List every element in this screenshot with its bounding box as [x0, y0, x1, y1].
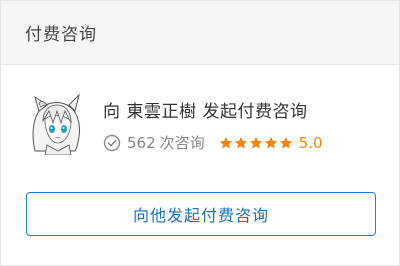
- profile-info: 向東雲正樹 发起付费咨询 562 次咨询 5.0: [103, 97, 323, 153]
- rating-value: 5.0: [298, 133, 323, 152]
- profile-name[interactable]: 東雲正樹: [127, 102, 197, 122]
- consult-unit: 次咨询: [159, 134, 205, 152]
- star-icon: [219, 136, 233, 150]
- consult-count: 562: [127, 133, 156, 152]
- paid-consult-button[interactable]: 向他发起付费咨询: [26, 192, 376, 236]
- anime-avatar-icon: [25, 93, 87, 156]
- star-icon: [264, 136, 278, 150]
- star-icon: [249, 136, 263, 150]
- star-icon: [279, 136, 293, 150]
- rating-stars: [219, 136, 293, 150]
- card-title: 付费咨询: [25, 25, 97, 45]
- consult-card: 付费咨询 向 東雲正樹 发起付费咨询 562 次咨询 5.0 向他发起付费咨询: [0, 0, 400, 266]
- avatar[interactable]: [25, 93, 87, 156]
- card-header: 付费咨询: [1, 1, 399, 65]
- profile-meta: 562 次咨询 5.0: [103, 132, 323, 153]
- star-icon: [234, 136, 248, 150]
- profile-headline: 向東雲正樹 发起付费咨询: [103, 97, 323, 122]
- profile-row: 向東雲正樹 发起付费咨询 562 次咨询 5.0: [25, 93, 323, 156]
- headline-prefix: 向: [103, 102, 121, 122]
- headline-action: 发起付费咨询: [202, 102, 308, 122]
- check-circle-icon: [103, 134, 121, 152]
